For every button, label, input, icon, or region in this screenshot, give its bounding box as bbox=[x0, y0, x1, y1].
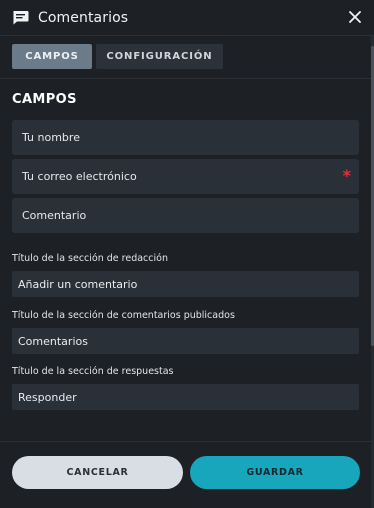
required-marker: * bbox=[342, 166, 351, 185]
field-label: Comentario bbox=[22, 209, 87, 222]
close-icon bbox=[349, 11, 361, 23]
field-name[interactable]: Tu nombre bbox=[12, 120, 359, 155]
tab-bar: CAMPOS CONFIGURACIÓN bbox=[12, 44, 223, 69]
footer-divider bbox=[0, 441, 374, 442]
cancel-button[interactable]: CANCELAR bbox=[12, 456, 183, 489]
replies-section-title-label: Título de la sección de respuestas bbox=[12, 366, 174, 377]
save-button[interactable]: GUARDAR bbox=[190, 456, 360, 489]
tab-campos[interactable]: CAMPOS bbox=[12, 44, 92, 69]
tabs-divider bbox=[0, 78, 374, 79]
close-button[interactable] bbox=[346, 8, 364, 26]
panel-header: Comentarios bbox=[0, 0, 374, 36]
field-label: Tu correo electrónico bbox=[22, 170, 137, 183]
published-section-title-label: Título de la sección de comentarios publ… bbox=[12, 310, 235, 321]
compose-section-title-input[interactable]: Añadir un comentario bbox=[12, 271, 359, 297]
field-comment[interactable]: Comentario bbox=[12, 198, 359, 233]
panel-title: Comentarios bbox=[38, 9, 129, 26]
replies-section-title-input[interactable]: Responder bbox=[12, 384, 359, 410]
field-email[interactable]: Tu correo electrónico * bbox=[12, 159, 359, 194]
field-label: Tu nombre bbox=[22, 131, 80, 144]
comments-panel: Comentarios CAMPOS CONFIGURACIÓN CAMPOS … bbox=[0, 0, 374, 508]
section-title: CAMPOS bbox=[12, 92, 77, 107]
compose-section-title-label: Título de la sección de redacción bbox=[12, 253, 168, 264]
chat-icon bbox=[13, 11, 29, 25]
published-section-title-input[interactable]: Comentarios bbox=[12, 328, 359, 354]
tab-configuracion[interactable]: CONFIGURACIÓN bbox=[96, 44, 223, 69]
